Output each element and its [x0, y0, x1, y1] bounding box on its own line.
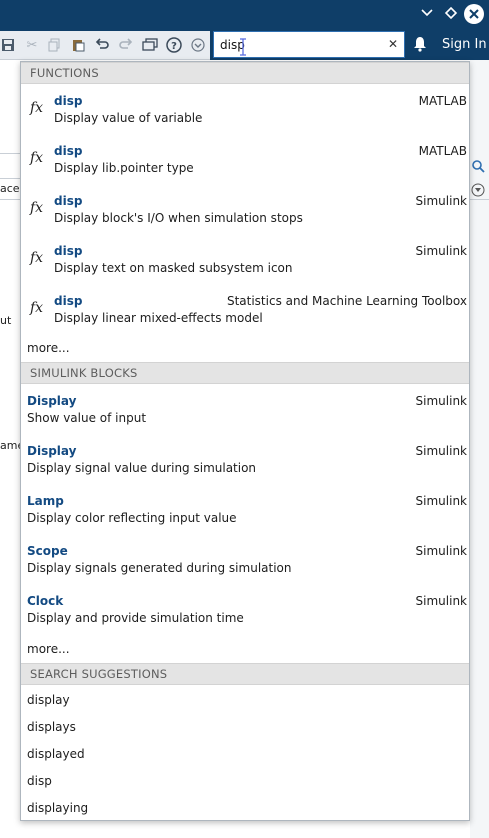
search-suggestion[interactable]: displayed — [27, 747, 85, 761]
result-description: Display lib.pointer type — [54, 161, 194, 175]
simulink-block-result-row[interactable]: Clock Simulink Display and provide simul… — [21, 588, 469, 636]
result-source: Statistics and Machine Learning Toolbox — [226, 294, 467, 308]
section-title: SIMULINK BLOCKS — [30, 366, 138, 380]
result-name: disp — [54, 294, 83, 308]
background-fragment: ace — [0, 182, 20, 195]
function-result-row[interactable]: fx disp MATLAB Display value of variable — [21, 88, 469, 136]
simulink-block-result-row[interactable]: Display Simulink Display signal value du… — [21, 438, 469, 486]
function-result-row[interactable]: fx disp Simulink Display block's I/O whe… — [21, 188, 469, 236]
function-icon: fx — [30, 300, 44, 316]
result-description: Display linear mixed-effects model — [54, 311, 263, 325]
simulink-blocks-section-header: SIMULINK BLOCKS — [21, 362, 469, 384]
result-description: Display value of variable — [54, 111, 203, 125]
background-right-pane — [470, 60, 489, 838]
function-result-row[interactable]: fx disp MATLAB Display lib.pointer type — [21, 138, 469, 186]
result-description: Show value of input — [27, 411, 147, 425]
customize-toolbar-icon[interactable] — [190, 37, 206, 53]
function-icon: fx — [30, 250, 44, 266]
title-bar — [0, 0, 489, 30]
search-suggestion[interactable]: disp — [27, 774, 52, 788]
result-description: Display signals generated during simulat… — [27, 561, 292, 575]
clear-search-icon[interactable]: ✕ — [386, 37, 400, 51]
help-icon[interactable]: ? — [166, 37, 182, 53]
result-name: Display — [27, 394, 77, 408]
function-icon: fx — [30, 200, 44, 216]
result-source: MATLAB — [418, 144, 467, 158]
search-suggestion[interactable]: displaying — [27, 801, 88, 815]
copy-icon[interactable] — [46, 37, 62, 53]
search-suggestion[interactable]: display — [27, 693, 70, 707]
background-workspace: ace ut ame — [0, 60, 24, 838]
result-description: Display color reflecting input value — [27, 511, 237, 525]
close-icon[interactable] — [464, 4, 484, 24]
result-name: Display — [27, 444, 77, 458]
sign-in-link[interactable]: Sign In — [442, 37, 487, 52]
toolbar-strip: ✂ ? — [0, 31, 210, 60]
search-results-dropdown: FUNCTIONS fx disp MATLAB Display value o… — [20, 61, 470, 821]
result-description: Display text on masked subsystem icon — [54, 261, 293, 275]
result-source: Simulink — [415, 244, 467, 258]
result-source: Simulink — [415, 494, 467, 508]
paste-icon[interactable] — [70, 37, 86, 53]
result-source: Simulink — [415, 444, 467, 458]
cut-icon[interactable]: ✂ — [24, 37, 40, 53]
result-name: Lamp — [27, 494, 64, 508]
chevron-down-icon[interactable] — [471, 182, 485, 197]
search-suggestion[interactable]: displays — [27, 720, 76, 734]
simulink-block-result-row[interactable]: Scope Simulink Display signals generated… — [21, 538, 469, 586]
section-title: FUNCTIONS — [30, 66, 99, 80]
result-source: Simulink — [415, 544, 467, 558]
simulink-block-result-row[interactable]: Lamp Simulink Display color reflecting i… — [21, 488, 469, 536]
function-result-row[interactable]: fx disp Simulink Display text on masked … — [21, 238, 469, 286]
functions-section-header: FUNCTIONS — [21, 62, 469, 84]
result-source: Simulink — [415, 594, 467, 608]
section-title: SEARCH SUGGESTIONS — [30, 667, 168, 681]
result-name: Scope — [27, 544, 68, 558]
background-fragment: ut — [0, 314, 12, 327]
result-name: disp — [54, 194, 83, 208]
save-icon[interactable] — [0, 37, 16, 53]
result-source: Simulink — [415, 194, 467, 208]
function-result-row[interactable]: fx disp Statistics and Machine Learning … — [21, 288, 469, 336]
undo-icon[interactable] — [94, 37, 110, 53]
svg-text:?: ? — [171, 41, 177, 52]
search-suggestions-section-header: SEARCH SUGGESTIONS — [21, 663, 469, 685]
result-name: disp — [54, 244, 83, 258]
chevron-down-icon[interactable] — [418, 6, 436, 24]
result-name: disp — [54, 94, 83, 108]
bell-icon[interactable] — [412, 36, 428, 54]
result-name: Clock — [27, 594, 64, 608]
switch-windows-icon[interactable] — [142, 37, 158, 53]
result-description: Display signal value during simulation — [27, 461, 257, 475]
function-icon: fx — [30, 150, 44, 166]
text-cursor-icon — [238, 36, 248, 58]
search-icon[interactable] — [471, 158, 485, 173]
result-source: Simulink — [415, 394, 467, 408]
functions-more-link[interactable]: more... — [27, 341, 70, 355]
simulink-block-result-row[interactable]: Display Simulink Show value of input — [21, 388, 469, 436]
result-description: Display block's I/O when simulation stop… — [54, 211, 303, 225]
function-icon: fx — [30, 100, 44, 116]
simulink-blocks-more-link[interactable]: more... — [27, 642, 70, 656]
result-source: MATLAB — [418, 94, 467, 108]
result-description: Display and provide simulation time — [27, 611, 244, 625]
result-name: disp — [54, 144, 83, 158]
diamond-icon[interactable] — [442, 6, 460, 24]
redo-icon[interactable] — [118, 37, 134, 53]
